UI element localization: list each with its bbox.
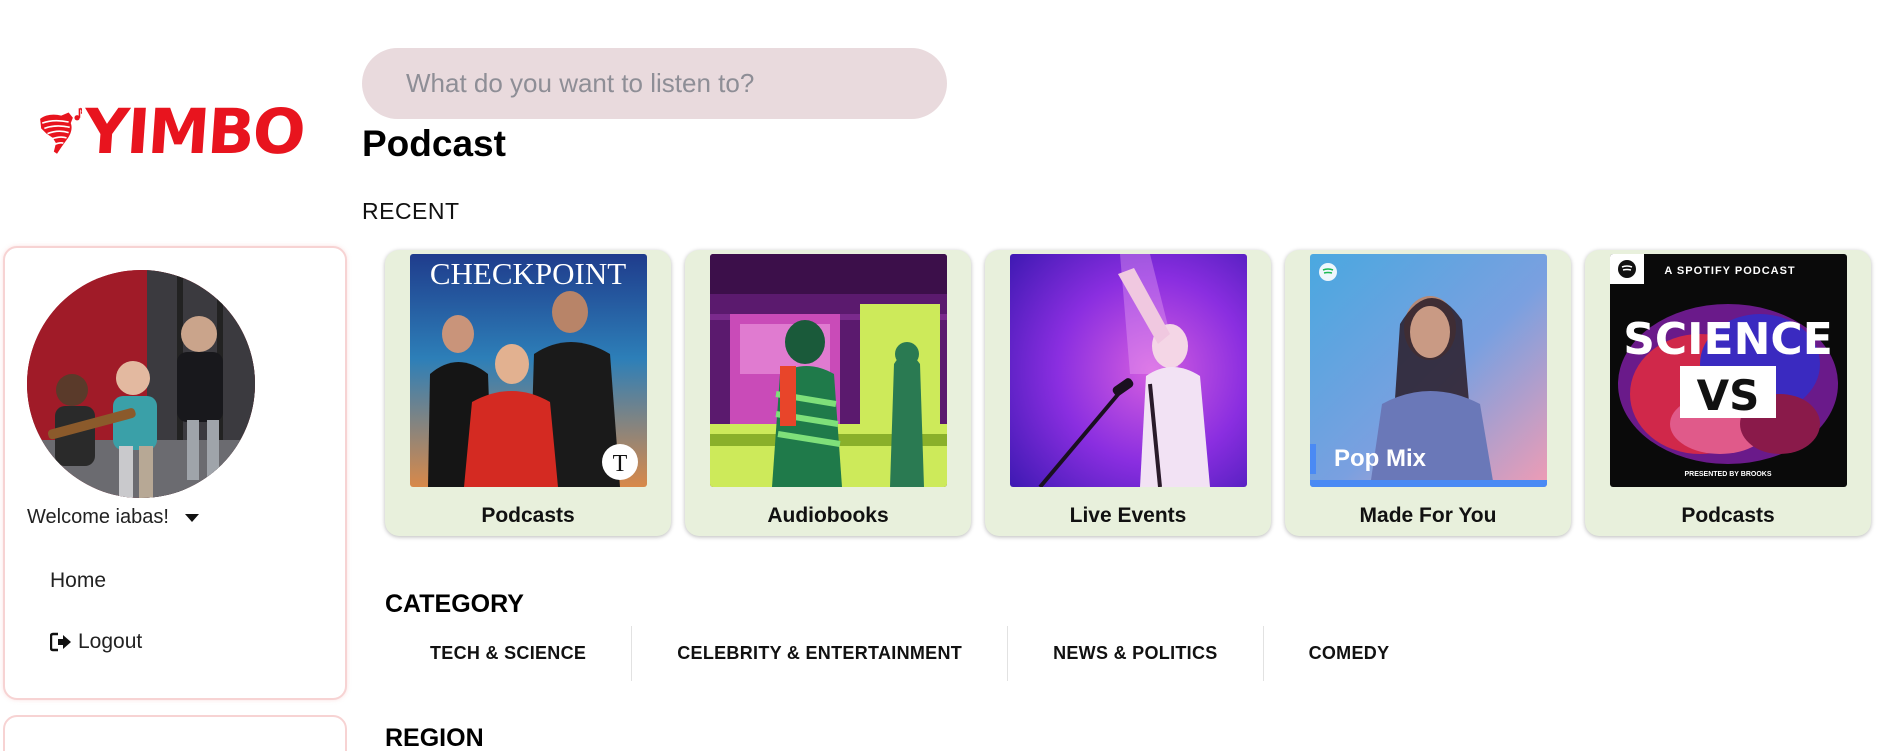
- category-tab-celebrity-entertainment[interactable]: CELEBRITY & ENTERTAINMENT: [632, 626, 1009, 681]
- caret-down-icon: [184, 513, 199, 522]
- secondary-panel: [3, 715, 347, 751]
- nav-logout-label: Logout: [78, 630, 143, 653]
- recent-card[interactable]: Pop Mix Made For You: [1285, 250, 1571, 536]
- category-tabs: TECH & SCIENCE CELEBRITY & ENTERTAINMENT…: [385, 626, 1434, 681]
- nav-home-label: Home: [50, 569, 107, 592]
- card-label: Podcasts: [1681, 504, 1775, 527]
- card-artwork: A SPOTIFY PODCAST SCIENCE VS PRESENTED B…: [1610, 254, 1847, 487]
- nav-logout-link[interactable]: Logout: [50, 630, 142, 654]
- recent-card[interactable]: A SPOTIFY PODCAST SCIENCE VS PRESENTED B…: [1585, 250, 1871, 536]
- avatar-photo: [27, 270, 255, 498]
- card-artwork: Pop Mix: [1310, 254, 1547, 487]
- recent-card[interactable]: Live Events: [985, 250, 1271, 536]
- card-art-badge: T: [613, 451, 628, 477]
- recent-cards: CHECKPOINT T Podcasts Audiobooks Live Ev…: [385, 250, 1874, 538]
- card-label: Podcasts: [481, 504, 575, 527]
- card-art-title-2: VS: [1697, 371, 1760, 420]
- recent-card[interactable]: CHECKPOINT T Podcasts: [385, 250, 671, 536]
- category-tab-tech-science[interactable]: TECH & SCIENCE: [385, 626, 633, 681]
- card-art-footer: PRESENTED BY BROOKS: [1685, 471, 1772, 478]
- user-panel: Welcome iabas! Home Logout: [3, 246, 347, 700]
- category-tab-news-politics[interactable]: NEWS & POLITICS: [1008, 626, 1264, 681]
- card-artwork: [1010, 254, 1247, 487]
- user-menu-toggle[interactable]: Welcome iabas!: [27, 506, 199, 529]
- card-label: Made For You: [1359, 504, 1497, 527]
- category-heading: CATEGORY: [385, 590, 524, 618]
- welcome-text: Welcome iabas!: [27, 506, 169, 528]
- nav-home-link[interactable]: Home: [50, 569, 106, 593]
- card-art-title: Pop Mix: [1334, 445, 1427, 472]
- page-title: Podcast: [362, 123, 506, 164]
- card-art-title: SCIENCE: [1623, 314, 1833, 365]
- recent-card[interactable]: Audiobooks: [685, 250, 971, 536]
- card-label: Audiobooks: [767, 504, 889, 527]
- card-art-kicker: A SPOTIFY PODCAST: [1664, 265, 1795, 277]
- card-art-title: CHECKPOINT: [430, 256, 626, 291]
- search-input[interactable]: [362, 48, 947, 119]
- logout-icon: [50, 632, 71, 652]
- category-tab-comedy[interactable]: COMEDY: [1264, 626, 1435, 681]
- recent-heading: RECENT: [362, 198, 460, 224]
- card-artwork: [710, 254, 947, 487]
- brand-name: YIMBO: [81, 94, 307, 168]
- user-avatar[interactable]: [27, 270, 255, 498]
- card-label: Live Events: [1069, 504, 1187, 527]
- card-artwork: CHECKPOINT T: [410, 254, 647, 487]
- app-logo[interactable]: YIMBO: [38, 86, 307, 176]
- africa-music-logo-icon: [40, 107, 83, 154]
- region-heading: REGION: [385, 724, 484, 751]
